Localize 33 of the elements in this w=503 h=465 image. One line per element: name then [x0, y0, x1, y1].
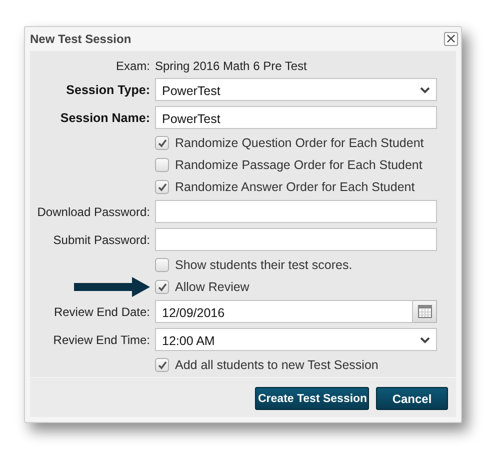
checkbox[interactable]	[155, 136, 169, 150]
input-field[interactable]	[155, 200, 437, 223]
input-field[interactable]: PowerTest	[155, 106, 437, 129]
checkbox[interactable]	[155, 358, 169, 372]
checkbox-label: Randomize Passage Order for Each Student	[175, 158, 422, 172]
field-label: Review End Time:	[53, 332, 150, 346]
dialog-title: New Test Session	[30, 32, 132, 46]
dropdown[interactable]: PowerTest	[155, 78, 437, 101]
calendar-icon[interactable]	[418, 305, 432, 318]
checkbox[interactable]	[155, 158, 169, 172]
field-label: Session Name:	[60, 110, 150, 124]
dropdown-caret-icon[interactable]	[419, 85, 431, 95]
checkbox-label: Randomize Question Order for Each Student	[175, 136, 424, 150]
checkbox[interactable]	[155, 180, 169, 194]
field-label: Exam:	[116, 59, 150, 73]
checkbox-label: Randomize Answer Order for Each Student	[175, 180, 415, 194]
checkbox[interactable]	[155, 258, 169, 272]
checkbox[interactable]	[155, 280, 169, 294]
exam-name: Spring 2016 Math 6 Pre Test	[155, 59, 308, 73]
close-button[interactable]: ×	[444, 32, 458, 46]
checkbox-label: Show students their test scores.	[175, 258, 352, 272]
date-field[interactable]: 12/09/2016	[155, 300, 413, 323]
checkbox-label: Allow Review	[175, 280, 250, 294]
dropdown[interactable]: 12:00 AM	[155, 328, 437, 351]
checkbox-label: Add all students to new Test Session	[175, 358, 378, 372]
field-label: Session Type:	[66, 82, 150, 96]
field-label: Submit Password:	[53, 232, 150, 246]
field-label: Download Password:	[37, 204, 150, 218]
input-field[interactable]	[155, 228, 437, 251]
cancel-button[interactable]: Cancel	[376, 387, 448, 410]
dropdown-caret-icon[interactable]	[419, 335, 431, 345]
create-button[interactable]: Create Test Session	[255, 387, 369, 410]
field-label: Review End Date:	[54, 304, 150, 318]
